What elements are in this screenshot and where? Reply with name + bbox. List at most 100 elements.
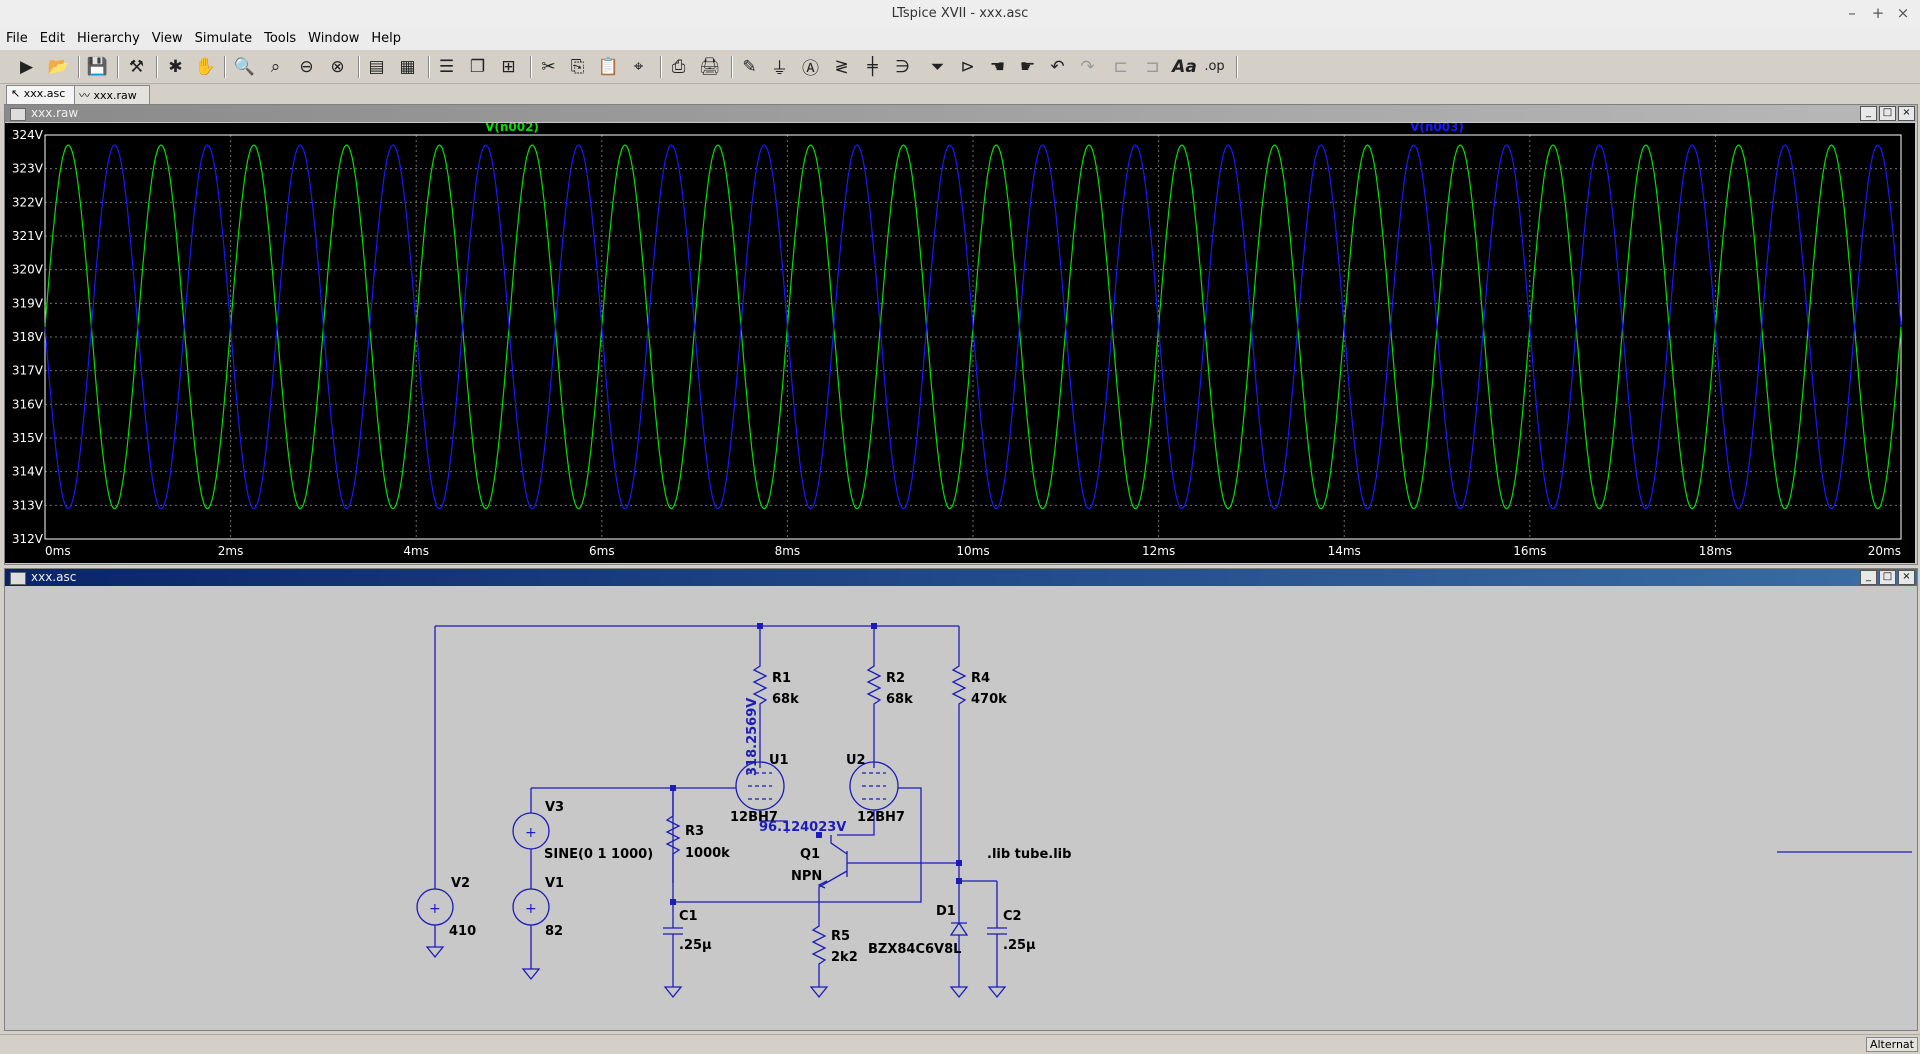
v2-name: V2 bbox=[451, 876, 470, 891]
capacitor-icon[interactable]: ╪ bbox=[860, 54, 885, 79]
menu-tools[interactable]: Tools bbox=[258, 28, 302, 46]
schematic-minimize-button[interactable]: _ bbox=[1860, 570, 1877, 585]
menu-hierarchy[interactable]: Hierarchy bbox=[71, 28, 146, 46]
menu-simulate[interactable]: Simulate bbox=[189, 28, 258, 46]
spice-directive[interactable]: .lib tube.lib bbox=[987, 847, 1071, 862]
schematic-maximize-button[interactable]: □ bbox=[1879, 570, 1896, 585]
schematic-window-title: xxx.asc bbox=[31, 570, 77, 584]
emitter-voltage-probe: 96.124023V bbox=[759, 820, 846, 835]
waveform-icon: 〰 bbox=[79, 89, 94, 102]
find-icon[interactable]: ⌖ bbox=[626, 54, 651, 79]
u1-name: U1 bbox=[769, 753, 789, 768]
grid-icon[interactable]: ▦ bbox=[395, 54, 420, 79]
legend-label-V(n002): V(n002) bbox=[485, 123, 539, 134]
pan-icon[interactable]: ✋ bbox=[193, 54, 218, 79]
y-tick-label: 314V bbox=[12, 465, 44, 479]
tile-horizontal-icon[interactable]: ☰ bbox=[434, 54, 459, 79]
r2-name: R2 bbox=[886, 671, 905, 686]
cut-icon[interactable]: ✂ bbox=[536, 54, 561, 79]
zoom-fit-icon[interactable]: ⊗ bbox=[325, 54, 350, 79]
y-tick-label: 318V bbox=[12, 330, 44, 344]
y-tick-label: 312V bbox=[12, 532, 44, 546]
r3-name: R3 bbox=[685, 824, 704, 839]
autorange-icon[interactable]: ▤ bbox=[364, 54, 389, 79]
open-icon[interactable]: 📂 bbox=[46, 54, 71, 79]
schematic-icon: ↖ bbox=[11, 87, 24, 100]
paste-icon[interactable]: 📋 bbox=[596, 54, 621, 79]
title-bar: LTspice XVII - xxx.asc – + × bbox=[0, 0, 1920, 29]
print-icon[interactable]: 🖨 bbox=[697, 54, 722, 79]
tab-schematic[interactable]: ↖ xxx.asc bbox=[6, 85, 78, 104]
print-setup-icon[interactable]: ⎙ bbox=[666, 54, 691, 79]
tile-vertical-icon[interactable]: ⊞ bbox=[496, 54, 521, 79]
cascade-icon[interactable]: ❐ bbox=[465, 54, 490, 79]
schematic-window-icon bbox=[10, 572, 26, 585]
toolbar: ▶ 📂 💾 ⚒ ✱ ✋ 🔍 ⌕ ⊖ ⊗ ▤ ▦ ☰ ❐ ⊞ ✂ ⎘ 📋 ⌖ ⎙ … bbox=[0, 50, 1920, 84]
draw-wire-icon[interactable]: ✎ bbox=[737, 54, 762, 79]
x-tick-label: 8ms bbox=[775, 544, 801, 558]
menu-bar: File Edit Hierarchy View Simulate Tools Window… bbox=[0, 28, 1920, 50]
move-icon[interactable]: ☚ bbox=[985, 54, 1010, 79]
v3-name: V3 bbox=[545, 800, 564, 815]
x-tick-label: 18ms bbox=[1699, 544, 1732, 558]
legend-label-V(n003): V(n003) bbox=[1410, 123, 1464, 134]
tab-schematic-label: xxx.asc bbox=[23, 87, 66, 100]
halt-icon[interactable]: ✱ bbox=[163, 54, 188, 79]
minimize-button[interactable]: – bbox=[1842, 4, 1862, 22]
menu-file[interactable]: File bbox=[0, 28, 34, 46]
schematic-canvas[interactable]: + + + R1 68k R2 68k R4 470k R3 1000k R5 … bbox=[5, 587, 1915, 1029]
menu-help[interactable]: Help bbox=[365, 28, 407, 46]
r4-name: R4 bbox=[971, 671, 990, 686]
plate-voltage-probe: 318.2569V bbox=[745, 698, 760, 776]
d1-value: BZX84C6V8L bbox=[868, 942, 961, 957]
control-panel-icon[interactable]: ⚒ bbox=[124, 54, 149, 79]
zoom-in-icon[interactable]: 🔍 bbox=[232, 54, 257, 79]
waveform-maximize-button[interactable]: □ bbox=[1879, 106, 1896, 121]
component-icon[interactable]: ⊳ bbox=[955, 54, 980, 79]
tab-waveform[interactable]: 〰 xxx.raw bbox=[74, 85, 150, 104]
waveform-close-button[interactable]: × bbox=[1898, 106, 1915, 121]
spice-directive-icon[interactable]: .op bbox=[1202, 54, 1227, 79]
u2-name: U2 bbox=[846, 753, 866, 768]
close-button[interactable]: × bbox=[1893, 4, 1913, 22]
rotate-icon[interactable]: ⊏ bbox=[1108, 54, 1133, 79]
schematic-window: xxx.asc _ □ × + + + R1 68k R2 68k R4 470… bbox=[4, 568, 1918, 1031]
c1-name: C1 bbox=[679, 909, 698, 924]
v1-value: 82 bbox=[545, 924, 563, 939]
waveform-window: xxx.raw _ □ × 0ms 2ms 4ms 6ms 8ms 10ms 12ms 14m… bbox=[4, 104, 1918, 565]
waveform-minimize-button[interactable]: _ bbox=[1860, 106, 1877, 121]
x-tick-label: 10ms bbox=[956, 544, 989, 558]
waveform-window-titlebar[interactable]: xxx.raw _ □ × bbox=[5, 105, 1917, 122]
text-icon[interactable]: Aa bbox=[1172, 54, 1197, 79]
label-net-icon[interactable]: Ⓐ bbox=[798, 54, 823, 79]
run-icon[interactable]: ▶ bbox=[14, 54, 39, 79]
v2-value: 410 bbox=[449, 924, 476, 939]
save-icon[interactable]: 💾 bbox=[85, 54, 110, 79]
svg-text:+: + bbox=[525, 825, 537, 841]
redo-icon[interactable]: ↷ bbox=[1075, 54, 1100, 79]
y-tick-label: 319V bbox=[12, 296, 44, 310]
zoom-area-icon[interactable]: ⌕ bbox=[263, 54, 288, 79]
resistor-icon[interactable]: ≷ bbox=[829, 54, 854, 79]
menu-view[interactable]: View bbox=[146, 28, 189, 46]
c2-name: C2 bbox=[1003, 909, 1022, 924]
diode-icon[interactable]: ⏷ bbox=[925, 54, 950, 79]
menu-window[interactable]: Window bbox=[302, 28, 365, 46]
r4-value: 470k bbox=[971, 692, 1007, 707]
diode-d1 bbox=[949, 881, 969, 987]
waveform-window-title: xxx.raw bbox=[31, 106, 79, 120]
mirror-icon[interactable]: ⊐ bbox=[1140, 54, 1165, 79]
waveform-window-icon bbox=[10, 108, 26, 121]
inductor-icon[interactable]: ∋ bbox=[890, 54, 915, 79]
copy-icon[interactable]: ⎘ bbox=[565, 54, 590, 79]
zoom-out-icon[interactable]: ⊖ bbox=[294, 54, 319, 79]
schematic-close-button[interactable]: × bbox=[1898, 570, 1915, 585]
maximize-button[interactable]: + bbox=[1868, 4, 1888, 22]
x-tick-label: 12ms bbox=[1142, 544, 1175, 558]
undo-icon[interactable]: ↶ bbox=[1045, 54, 1070, 79]
waveform-plot[interactable]: 0ms 2ms 4ms 6ms 8ms 10ms 12ms 14ms 16ms 18ms 20ms 3… bbox=[5, 123, 1915, 563]
drag-icon[interactable]: ☛ bbox=[1015, 54, 1040, 79]
ground-icon[interactable]: ⏚ bbox=[767, 54, 792, 79]
schematic-window-titlebar[interactable]: xxx.asc _ □ × bbox=[5, 569, 1917, 586]
menu-edit[interactable]: Edit bbox=[34, 28, 71, 46]
